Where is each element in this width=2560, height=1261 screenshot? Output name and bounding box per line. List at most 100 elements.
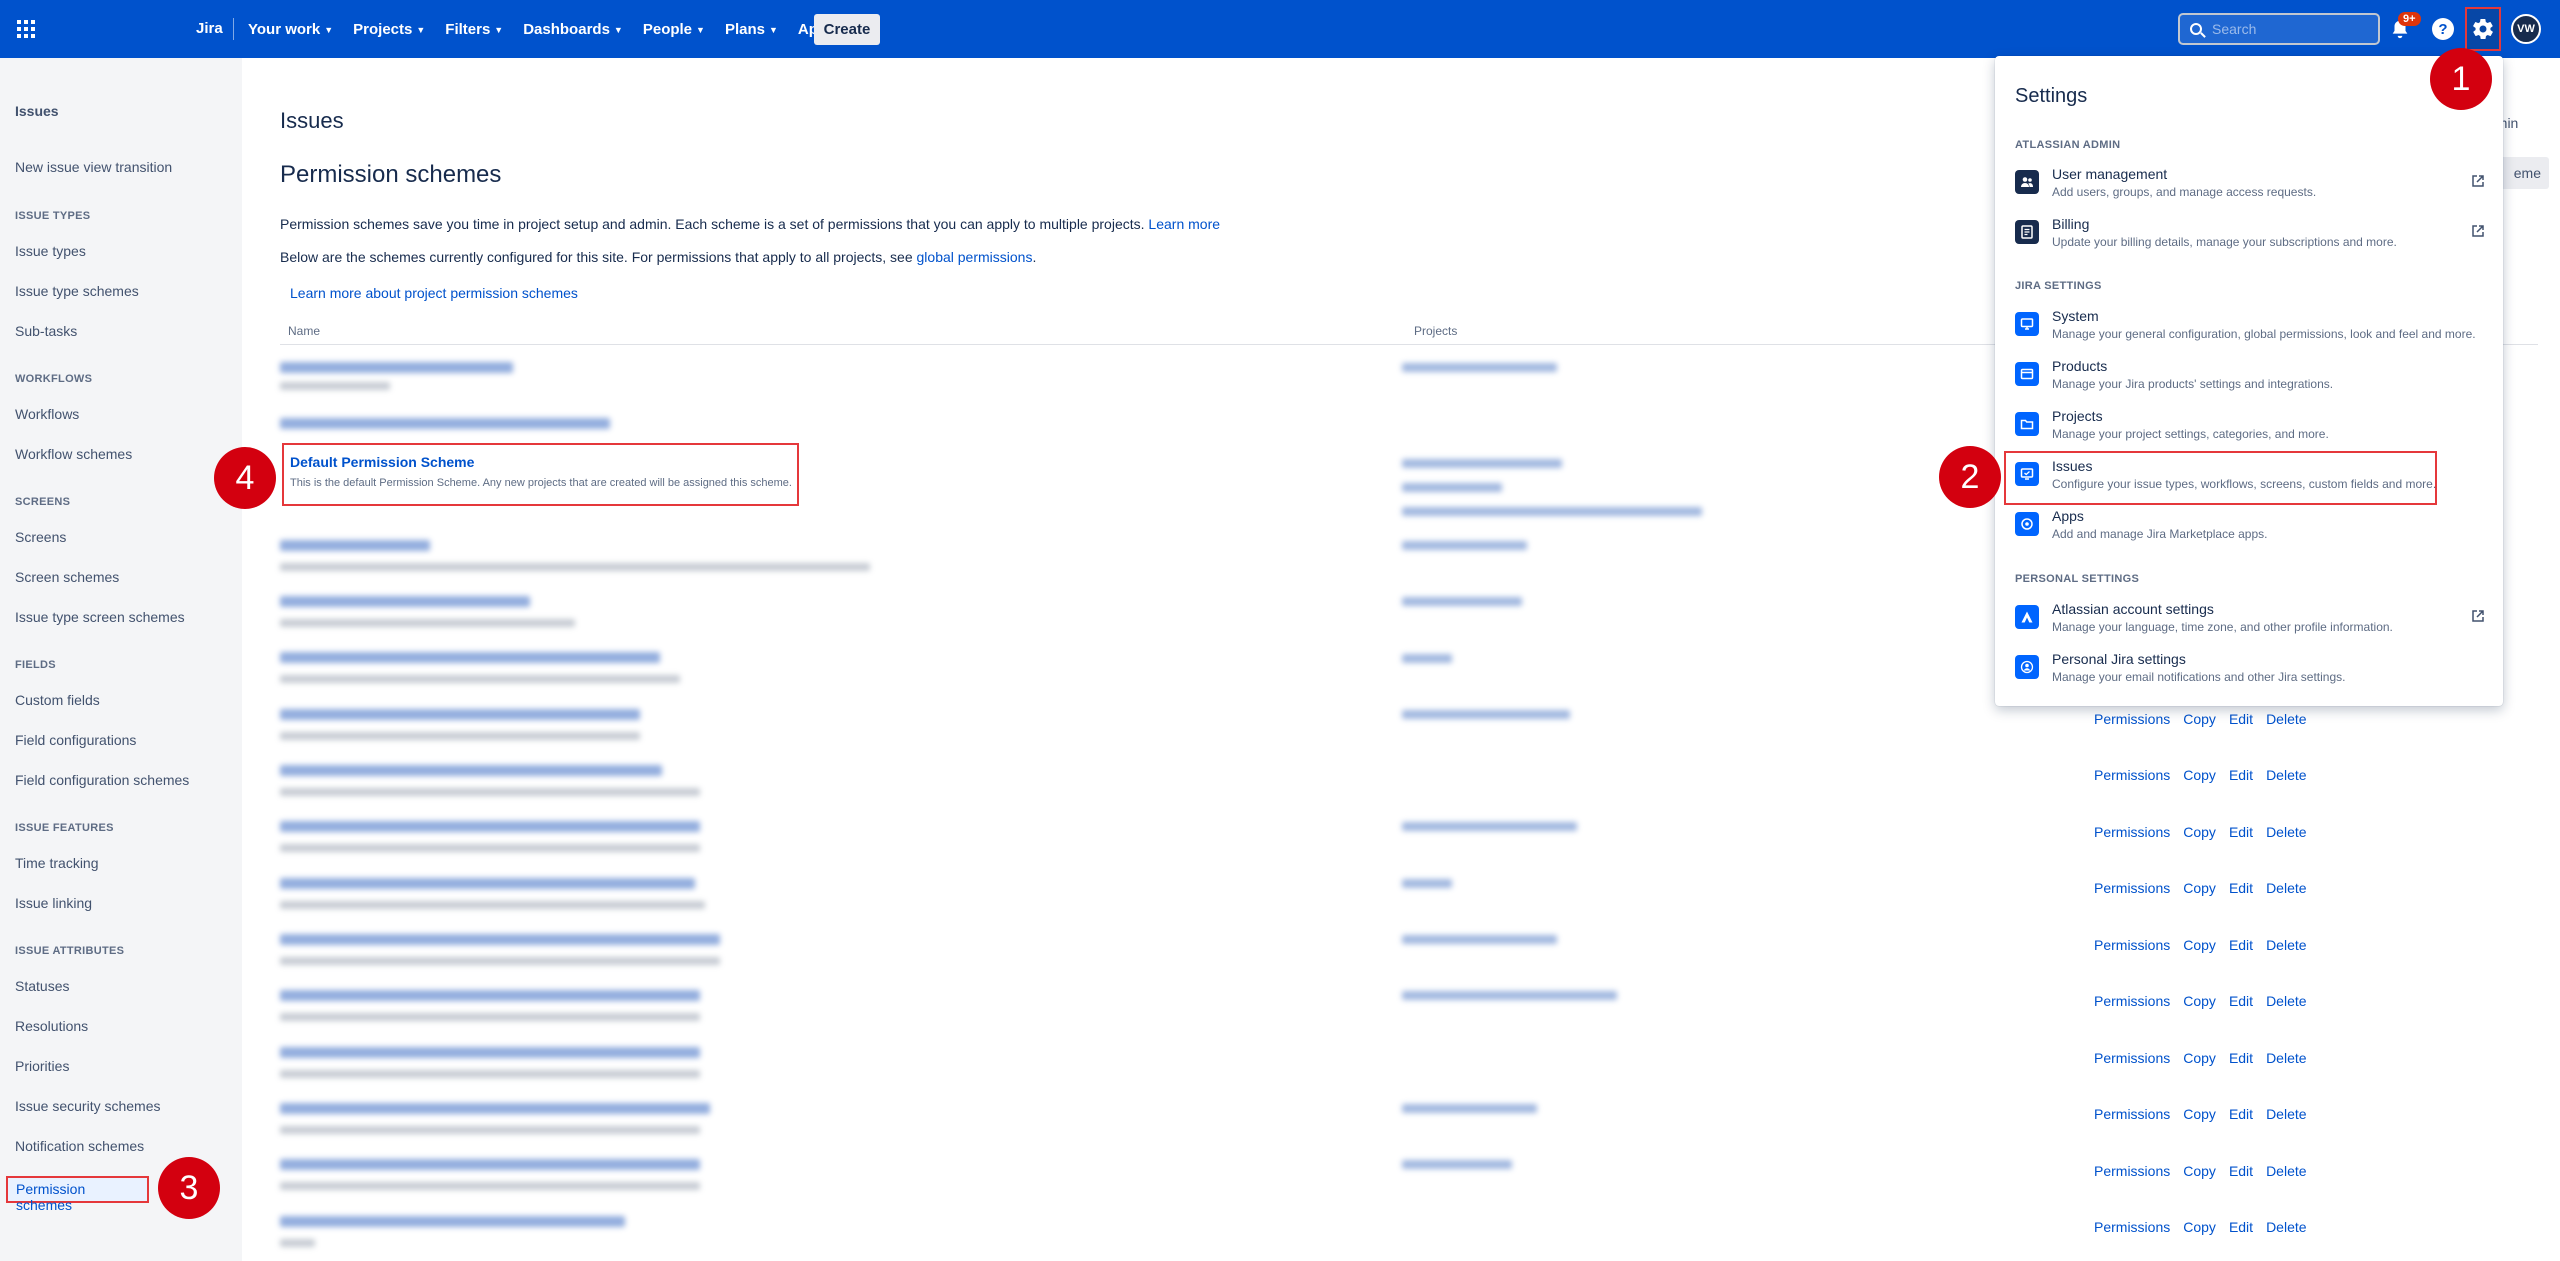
settings-item-billing[interactable]: Billing Update your billing details, man… (2015, 216, 2485, 262)
copy-link[interactable]: Copy (2183, 1050, 2216, 1066)
sidebar-item-field-configurations[interactable]: Field configurations (15, 732, 136, 748)
edit-link[interactable]: Edit (2229, 711, 2253, 727)
permissions-link[interactable]: Permissions (2094, 937, 2170, 953)
sidebar-item-issue-type-screen-schemes[interactable]: Issue type screen schemes (15, 609, 185, 625)
sidebar-item-screens[interactable]: Screens (15, 529, 66, 545)
permissions-link[interactable]: Permissions (2094, 1219, 2170, 1235)
nav-people[interactable]: People ▼ (643, 21, 705, 38)
redacted-scheme-name[interactable] (280, 1159, 700, 1170)
edit-link[interactable]: Edit (2229, 993, 2253, 1009)
delete-link[interactable]: Delete (2266, 1219, 2306, 1235)
sidebar-item-time-tracking[interactable]: Time tracking (15, 855, 99, 871)
create-button[interactable]: Create (814, 14, 880, 45)
redacted-scheme-name[interactable] (280, 990, 700, 1001)
permissions-link[interactable]: Permissions (2094, 1163, 2170, 1179)
permissions-link[interactable]: Permissions (2094, 824, 2170, 840)
delete-link[interactable]: Delete (2266, 767, 2306, 783)
edit-link[interactable]: Edit (2229, 1163, 2253, 1179)
delete-link[interactable]: Delete (2266, 937, 2306, 953)
edit-link[interactable]: Edit (2229, 880, 2253, 896)
sidebar-item-workflows[interactable]: Workflows (15, 406, 79, 422)
delete-link[interactable]: Delete (2266, 824, 2306, 840)
redacted-scheme-name[interactable] (280, 652, 660, 663)
search-input[interactable]: Search (2178, 13, 2380, 45)
copy-link[interactable]: Copy (2183, 993, 2216, 1009)
default-permission-scheme-link[interactable]: Default Permission Scheme (290, 454, 474, 470)
permissions-link[interactable]: Permissions (2094, 880, 2170, 896)
delete-link[interactable]: Delete (2266, 1106, 2306, 1122)
sidebar-item-priorities[interactable]: Priorities (15, 1058, 69, 1074)
permissions-link[interactable]: Permissions (2094, 767, 2170, 783)
learn-more-link[interactable]: Learn more (1148, 216, 1220, 232)
permissions-link[interactable]: Permissions (2094, 993, 2170, 1009)
nav-your-work[interactable]: Your work ▼ (248, 21, 333, 38)
sidebar-item-screen-schemes[interactable]: Screen schemes (15, 569, 119, 585)
permissions-link[interactable]: Permissions (2094, 711, 2170, 727)
copy-link[interactable]: Copy (2183, 1163, 2216, 1179)
redacted-scheme-name[interactable] (280, 709, 640, 720)
redacted-scheme-name[interactable] (280, 362, 513, 373)
redacted-scheme-name[interactable] (280, 1103, 710, 1114)
sidebar-item-statuses[interactable]: Statuses (15, 978, 69, 994)
permissions-link[interactable]: Permissions (2094, 1106, 2170, 1122)
copy-link[interactable]: Copy (2183, 711, 2216, 727)
nav-plans[interactable]: Plans ▼ (725, 21, 778, 38)
sidebar-item-issue-type-schemes[interactable]: Issue type schemes (15, 283, 139, 299)
redacted-scheme-name[interactable] (280, 418, 610, 429)
sidebar-item-sub-tasks[interactable]: Sub-tasks (15, 323, 77, 339)
delete-link[interactable]: Delete (2266, 1163, 2306, 1179)
sidebar-item-issue-linking[interactable]: Issue linking (15, 895, 92, 911)
delete-link[interactable]: Delete (2266, 1050, 2306, 1066)
nav-filters[interactable]: Filters ▼ (445, 21, 503, 38)
learn-more-project-permissions-link[interactable]: Learn more about project permission sche… (290, 285, 578, 301)
settings-item-user-management[interactable]: User management Add users, groups, and m… (2015, 166, 2485, 212)
edit-link[interactable]: Edit (2229, 1219, 2253, 1235)
nav-dashboards[interactable]: Dashboards ▼ (523, 21, 623, 38)
app-switcher-icon[interactable] (14, 17, 38, 41)
redacted-scheme-name[interactable] (280, 1047, 700, 1058)
sidebar-item-permission-schemes[interactable]: Permission schemes (6, 1176, 149, 1213)
sidebar-item-notification-schemes[interactable]: Notification schemes (15, 1138, 144, 1154)
help-icon[interactable]: ? (2432, 18, 2454, 40)
copy-link[interactable]: Copy (2183, 1219, 2216, 1235)
settings-item-apps[interactable]: Apps Add and manage Jira Marketplace app… (2015, 508, 2485, 554)
redacted-scheme-name[interactable] (280, 1216, 625, 1227)
settings-gear-button[interactable] (2465, 7, 2501, 51)
edit-link[interactable]: Edit (2229, 824, 2253, 840)
copy-link[interactable]: Copy (2183, 1106, 2216, 1122)
nav-projects[interactable]: Projects ▼ (353, 21, 425, 38)
permissions-link[interactable]: Permissions (2094, 1050, 2170, 1066)
settings-item-personal-jira[interactable]: Personal Jira settings Manage your email… (2015, 651, 2485, 697)
settings-item-issues[interactable]: Issues Configure your issue types, workf… (2015, 458, 2485, 504)
copy-link[interactable]: Copy (2183, 937, 2216, 953)
copy-link[interactable]: Copy (2183, 880, 2216, 896)
sidebar-item-workflow-schemes[interactable]: Workflow schemes (15, 446, 132, 462)
edit-link[interactable]: Edit (2229, 1050, 2253, 1066)
settings-item-products[interactable]: Products Manage your Jira products' sett… (2015, 358, 2485, 404)
settings-item-atlassian-account[interactable]: Atlassian account settings Manage your l… (2015, 601, 2485, 647)
redacted-scheme-name[interactable] (280, 540, 430, 551)
edit-link[interactable]: Edit (2229, 767, 2253, 783)
copy-link[interactable]: Copy (2183, 767, 2216, 783)
settings-item-system[interactable]: System Manage your general configuration… (2015, 308, 2485, 354)
delete-link[interactable]: Delete (2266, 711, 2306, 727)
avatar[interactable]: VW (2511, 14, 2541, 44)
sidebar-item-issue-security-schemes[interactable]: Issue security schemes (15, 1098, 161, 1114)
sidebar-item-issue-types[interactable]: Issue types (15, 243, 86, 259)
copy-link[interactable]: Copy (2183, 824, 2216, 840)
redacted-scheme-name[interactable] (280, 878, 695, 889)
sidebar-item-field-configuration-schemes[interactable]: Field configuration schemes (15, 772, 189, 788)
sidebar-item-resolutions[interactable]: Resolutions (15, 1018, 88, 1034)
sidebar-item-custom-fields[interactable]: Custom fields (15, 692, 100, 708)
redacted-scheme-name[interactable] (280, 821, 700, 832)
delete-link[interactable]: Delete (2266, 993, 2306, 1009)
delete-link[interactable]: Delete (2266, 880, 2306, 896)
edit-link[interactable]: Edit (2229, 1106, 2253, 1122)
jira-logo[interactable]: Jira (196, 20, 223, 37)
sidebar-item-new-issue-view[interactable]: New issue view transition (15, 159, 172, 175)
global-permissions-link[interactable]: global permissions (917, 249, 1033, 265)
redacted-scheme-name[interactable] (280, 765, 662, 776)
edit-link[interactable]: Edit (2229, 937, 2253, 953)
redacted-scheme-name[interactable] (280, 934, 720, 945)
settings-item-projects[interactable]: Projects Manage your project settings, c… (2015, 408, 2485, 454)
